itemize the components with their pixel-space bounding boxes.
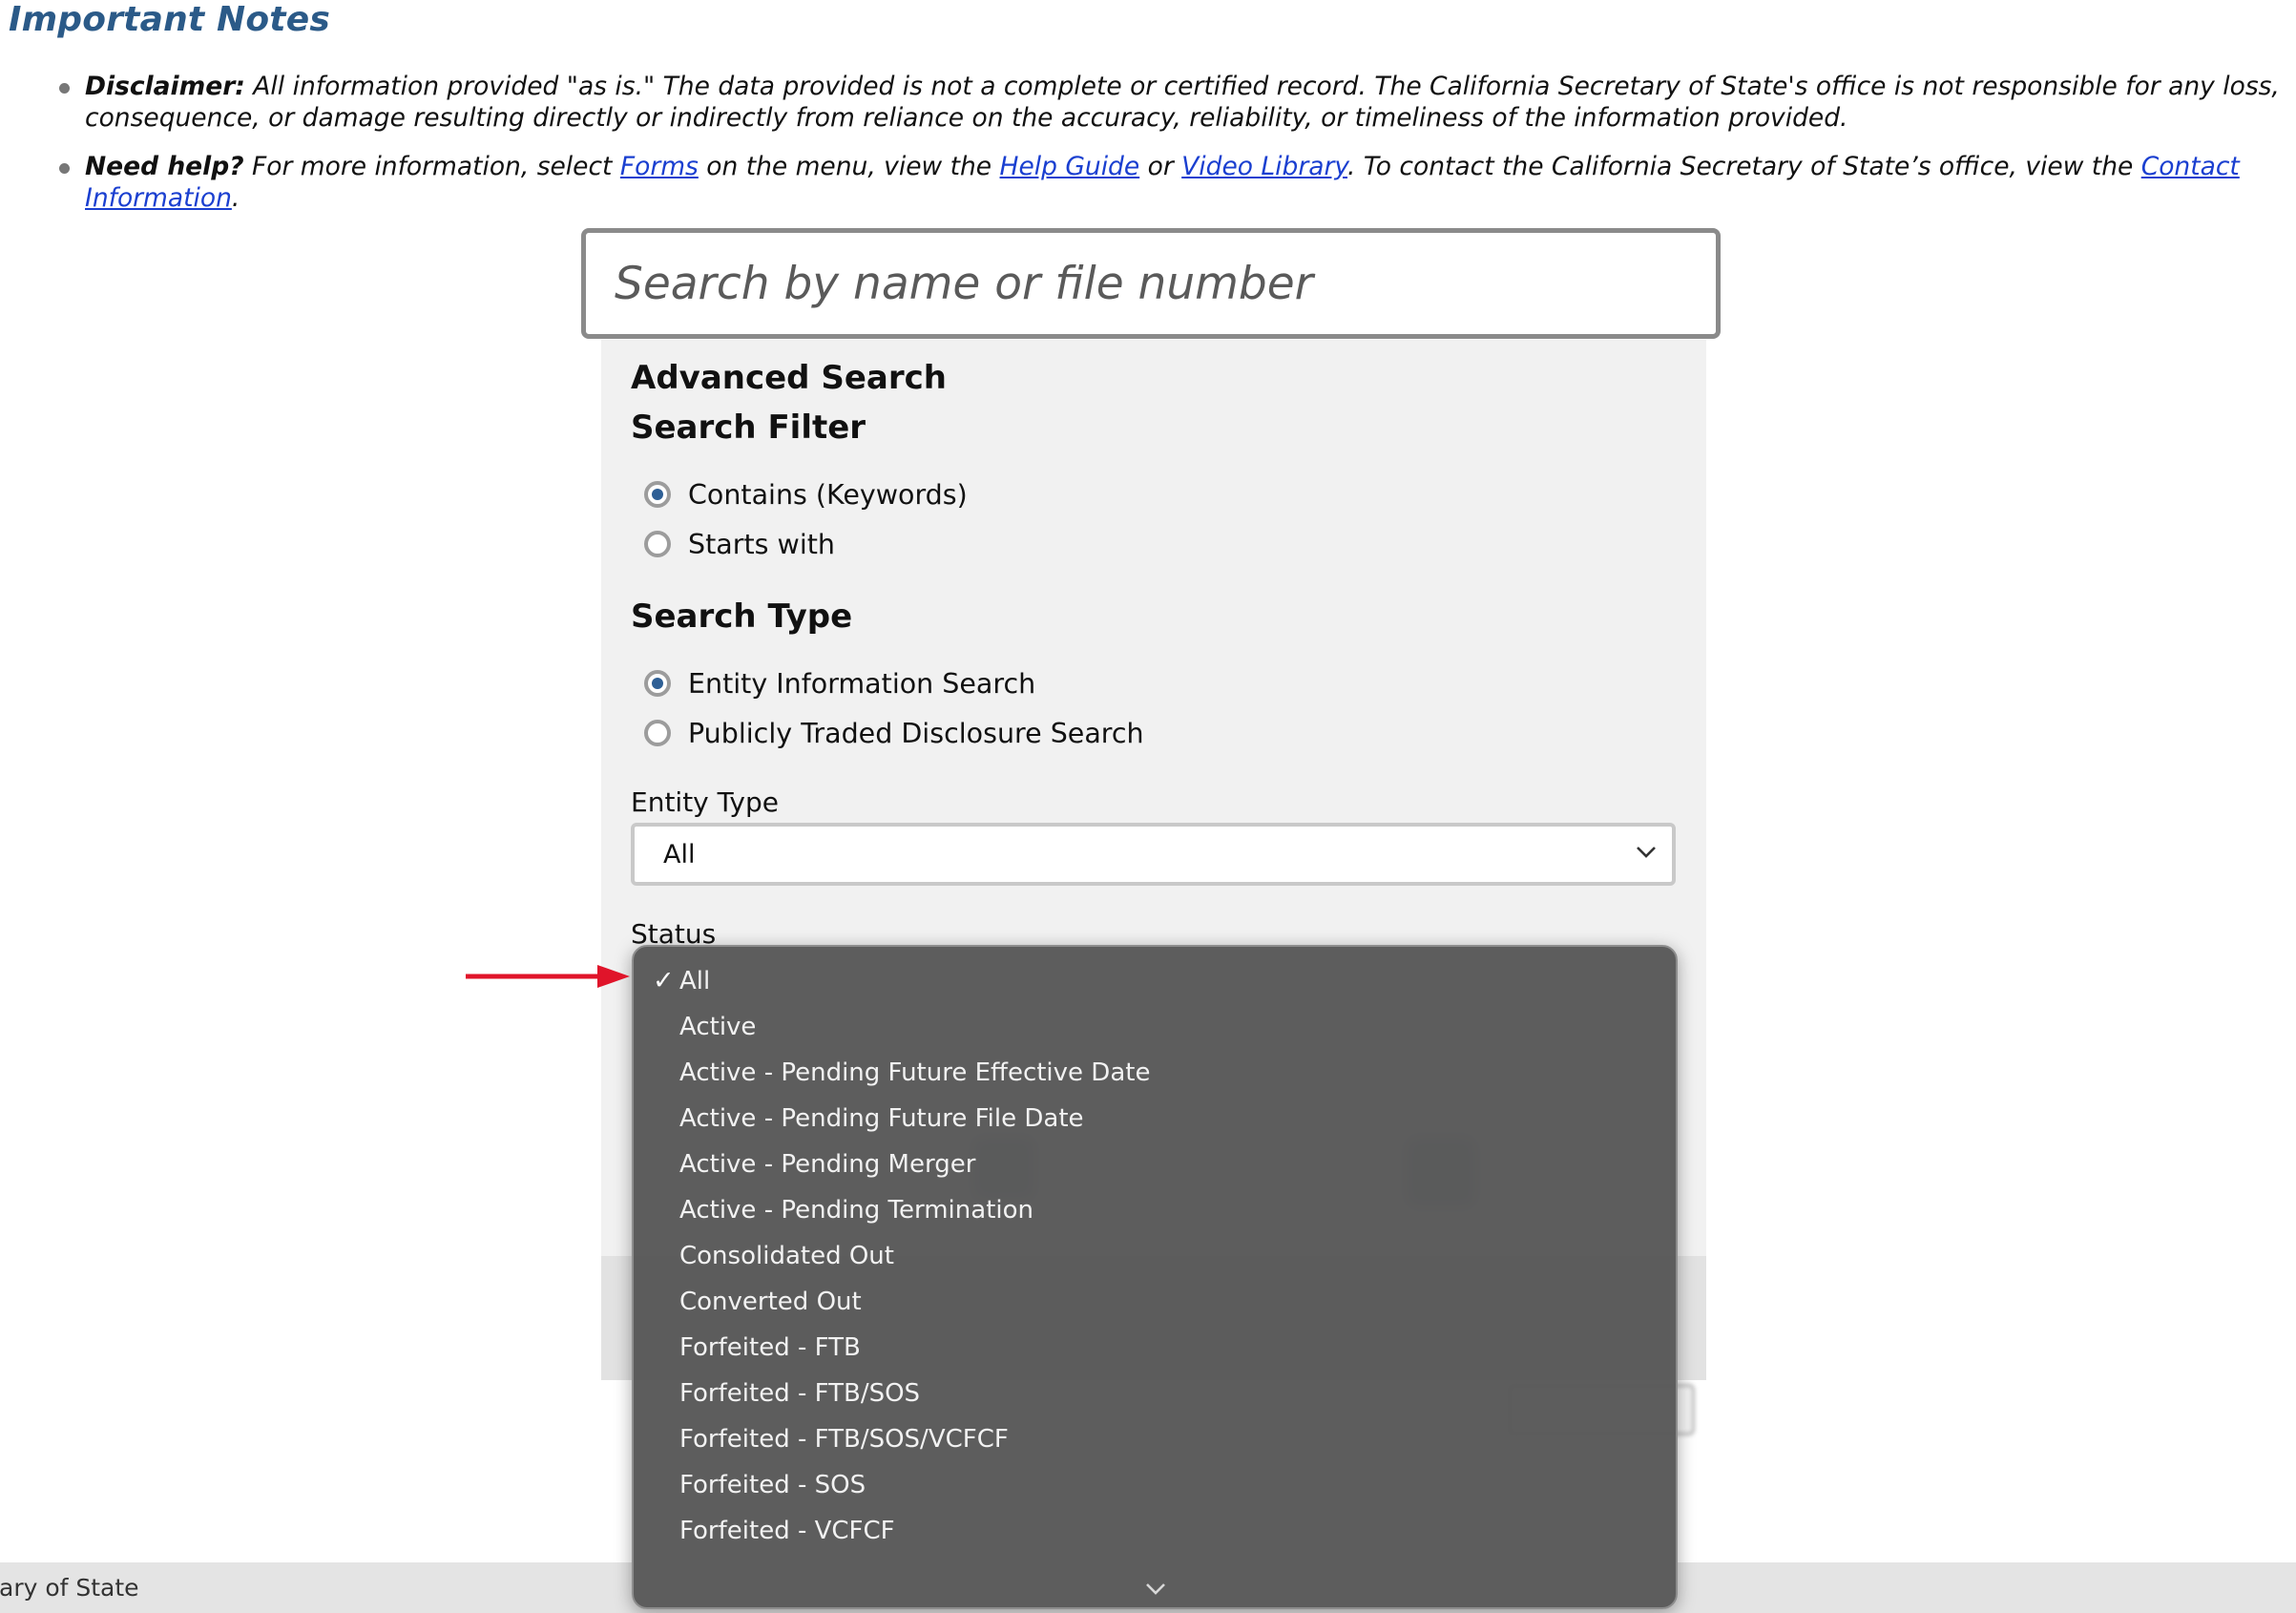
important-notes-title: Important Notes	[9, 0, 330, 39]
red-arrow-icon	[466, 965, 630, 988]
type-option-label: Publicly Traded Disclosure Search	[688, 717, 1144, 749]
help-text: or	[1139, 152, 1182, 181]
advanced-search-title: Advanced Search	[631, 359, 947, 397]
type-option-publicly-traded[interactable]: Publicly Traded Disclosure Search	[644, 714, 1144, 752]
filter-option-starts-with[interactable]: Starts with	[644, 525, 835, 563]
status-option[interactable]: Active - Pending Future Effective Date	[634, 1050, 1676, 1096]
filter-option-label: Starts with	[688, 528, 835, 560]
entity-type-value: All	[663, 839, 696, 869]
status-option[interactable]: Forfeited - VCFCF	[634, 1508, 1676, 1554]
status-option[interactable]: Active	[634, 1004, 1676, 1050]
help-label: Need help?	[85, 152, 244, 181]
status-dropdown-menu[interactable]: ✓ All Active Active - Pending Future Eff…	[632, 945, 1678, 1609]
type-option-label: Entity Information Search	[688, 667, 1036, 700]
status-option[interactable]: Forfeited - SOS	[634, 1462, 1676, 1508]
disclaimer-note: Disclaimer: All information provided "as…	[59, 71, 2291, 134]
footer-text: ary of State	[0, 1574, 139, 1602]
help-text: on the menu, view the	[698, 152, 1000, 181]
filter-option-contains[interactable]: Contains (Keywords)	[644, 475, 968, 513]
status-option[interactable]: Consolidated Out	[634, 1233, 1676, 1279]
status-option[interactable]: Forfeited - FTB/SOS	[634, 1371, 1676, 1416]
forms-link[interactable]: Forms	[620, 152, 699, 181]
help-text: . To contact the California Secretary of…	[1347, 152, 2141, 181]
entity-type-label: Entity Type	[631, 786, 779, 818]
status-options-list: ✓ All Active Active - Pending Future Eff…	[634, 958, 1676, 1554]
radio-contains[interactable]	[644, 481, 671, 508]
important-notes-list: Disclaimer: All information provided "as…	[59, 71, 2291, 231]
entity-type-select[interactable]: All	[631, 823, 1676, 886]
search-input[interactable]	[586, 233, 1716, 334]
status-option[interactable]: Active - Pending Termination	[634, 1187, 1676, 1233]
status-option[interactable]: Forfeited - FTB	[634, 1325, 1676, 1371]
search-filter-title: Search Filter	[631, 408, 866, 447]
status-option[interactable]: Converted Out	[634, 1279, 1676, 1325]
radio-publicly-traded[interactable]	[644, 720, 671, 746]
status-option-all[interactable]: ✓ All	[634, 958, 1676, 1004]
status-option[interactable]: Active - Pending Future File Date	[634, 1096, 1676, 1142]
disclaimer-label: Disclaimer:	[85, 72, 245, 101]
status-option[interactable]: Forfeited - FTB/SOS/VCFCF	[634, 1416, 1676, 1462]
help-text: For more information, select	[243, 152, 620, 181]
search-box	[581, 228, 1721, 339]
checkmark-icon: ✓	[653, 966, 675, 995]
chevron-down-icon[interactable]	[1145, 1582, 1166, 1596]
chevron-down-icon	[1637, 847, 1656, 858]
type-option-entity-information[interactable]: Entity Information Search	[644, 664, 1035, 702]
help-guide-link[interactable]: Help Guide	[1000, 152, 1140, 181]
radio-entity-information[interactable]	[644, 670, 671, 697]
status-option-label: All	[679, 967, 711, 995]
disclaimer-text: All information provided "as is." The da…	[85, 72, 2280, 133]
video-library-link[interactable]: Video Library	[1181, 152, 1347, 181]
radio-starts-with[interactable]	[644, 531, 671, 557]
help-text: .	[231, 183, 240, 213]
help-note: Need help? For more information, select …	[59, 151, 2291, 214]
status-option[interactable]: Active - Pending Merger	[634, 1142, 1676, 1187]
search-type-title: Search Type	[631, 597, 853, 636]
filter-option-label: Contains (Keywords)	[688, 478, 968, 511]
